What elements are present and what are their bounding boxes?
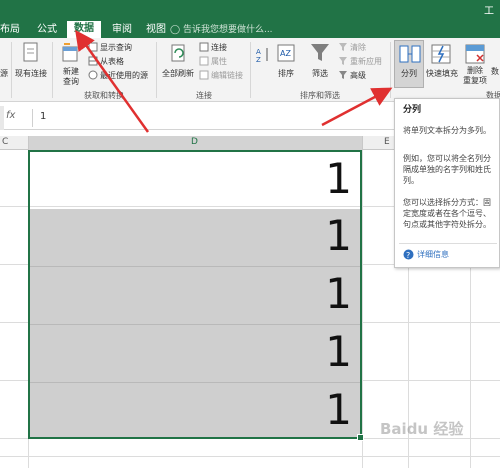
arrow-to-data-tab: [75, 29, 150, 133]
watermark: Baidu 经验: [380, 420, 464, 438]
arrow-to-text-to-columns: [321, 87, 393, 127]
annotation-arrows: [75, 29, 393, 133]
